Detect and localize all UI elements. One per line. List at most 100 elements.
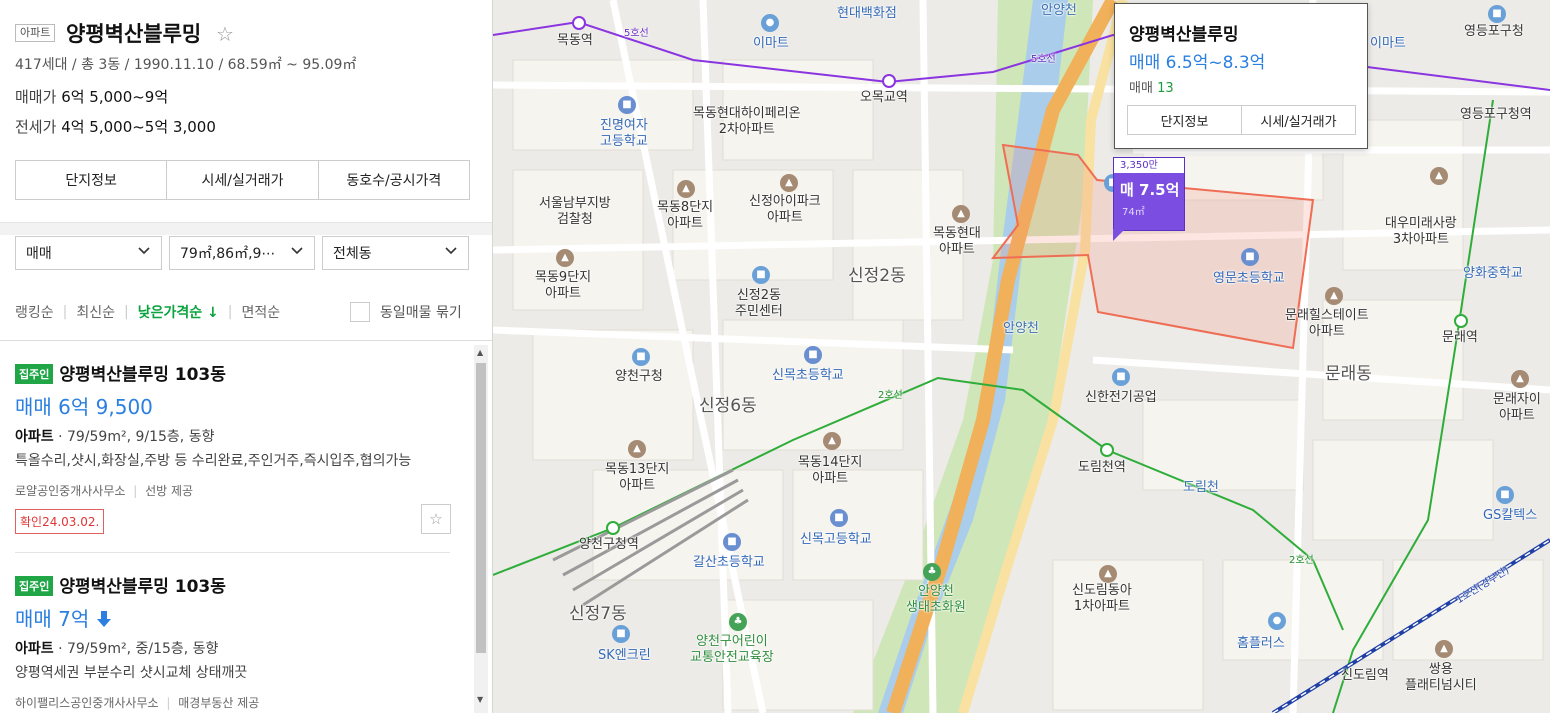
store-icon[interactable]: ● — [761, 14, 779, 32]
building-icon[interactable]: ▲ — [823, 432, 841, 450]
popup-title: 양평벽산블루밍 — [1129, 25, 1239, 45]
office-icon[interactable]: ■ — [632, 348, 650, 366]
station-marker[interactable] — [606, 521, 620, 535]
sort-low-price[interactable]: 낮은가격순 ↓ — [138, 302, 219, 322]
sort-latest[interactable]: 최신순 — [76, 302, 115, 322]
dong-select[interactable]: 전체동 — [322, 236, 469, 270]
building-icon[interactable]: ▲ — [677, 180, 695, 198]
price-marker[interactable]: 3,350만 매 7.5억 74㎡ — [1113, 157, 1185, 231]
listing-title: 양평벽산블루밍 103동 — [59, 577, 226, 597]
sort-area[interactable]: 면적순 — [241, 302, 280, 322]
building-icon[interactable]: ▲ — [1511, 370, 1529, 388]
gas-station-icon[interactable]: ■ — [1496, 486, 1514, 504]
arrow-down-icon — [96, 607, 112, 631]
list-scrollbar[interactable]: ▲ ▼ — [474, 345, 488, 713]
tab-market-price[interactable]: 시세/실거래가 — [167, 161, 319, 199]
building-icon[interactable]: ▲ — [1325, 287, 1343, 305]
map-label: 양천구청역 — [579, 537, 639, 552]
lease-price-value: 4억 5,000~5억 3,000 — [61, 118, 216, 136]
building-icon[interactable]: ▲ — [952, 205, 970, 223]
complex-tabs: 단지정보 시세/실거래가 동호수/공시가격 — [15, 160, 470, 200]
trade-type-select[interactable]: 매매 — [15, 236, 162, 270]
map-view[interactable]: ● ■ ▲ ▲ ▲ ▲ ■ ■ ■ ▲ ▲ ■ ■ ♣ ♣ ■ ■ ▲ ▲ ▲ … — [493, 0, 1550, 713]
sale-price-label: 매매가 — [15, 88, 57, 106]
gas-station-icon[interactable]: ■ — [612, 625, 630, 643]
popup-complex-info-button[interactable]: 단지정보 — [1128, 106, 1242, 134]
area-select[interactable]: 79㎡,86㎡,9⋯ — [169, 236, 315, 270]
divider: | — [166, 696, 171, 710]
scroll-down-icon[interactable]: ▼ — [477, 695, 483, 704]
confirm-date-badge: 확인24.03.02. — [15, 509, 105, 534]
school-icon[interactable]: ■ — [830, 509, 848, 527]
popup-market-price-button[interactable]: 시세/실거래가 — [1242, 106, 1355, 134]
map-label: 홈플러스 — [1237, 636, 1285, 651]
building-icon[interactable]: ▲ — [1099, 565, 1117, 583]
scroll-thumb[interactable] — [476, 363, 486, 653]
listing-agent-row: 로얄공인중개사사무소 | 선방 제공 — [15, 482, 455, 499]
listing-divider — [15, 552, 450, 553]
listing-price: 매매 6억 9,500 — [15, 395, 153, 419]
map-label: 양천구어린이 교통안전교육장 — [690, 634, 774, 665]
map-label: 신정6동 — [699, 396, 757, 416]
listing-type: 아파트 — [15, 641, 54, 657]
park-icon[interactable]: ♣ — [729, 613, 747, 631]
area-value: 79㎡,86㎡,9⋯ — [180, 246, 276, 262]
listing-info: 아파트 · 79/59m², 9/15층, 동향 — [15, 426, 455, 446]
scroll-up-icon[interactable]: ▲ — [477, 348, 483, 357]
listing-item[interactable]: 집주인 양평벽산블루밍 103동 매매 6억 9,500 아파트 · 79/59m… — [15, 360, 455, 534]
building-icon[interactable]: ▲ — [1430, 167, 1448, 185]
map-label: 쌍용 플래티넘시티 — [1405, 662, 1477, 693]
school-icon[interactable]: ■ — [1241, 248, 1259, 266]
map-label: 도림천 — [1183, 480, 1219, 495]
tab-complex-info[interactable]: 단지정보 — [16, 161, 168, 199]
office-icon[interactable]: ■ — [1488, 5, 1506, 23]
map-label: 신도림동아 1차아파트 — [1072, 583, 1132, 614]
school-icon[interactable]: ■ — [804, 346, 822, 364]
listing-title-row: 집주인 양평벽산블루밍 103동 — [15, 360, 455, 385]
group-checkbox-label: 동일매물 묶기 — [380, 305, 462, 321]
sale-price-value: 6억 5,000~9억 — [61, 88, 169, 106]
station-marker[interactable] — [1100, 443, 1114, 457]
map-label: 양화중학교 — [1463, 266, 1523, 281]
listing-item[interactable]: 집주인 양평벽산블루밍 103동 매매 7억 아파트 · 79/59m², 중/1… — [15, 572, 455, 711]
map-label: 신목고등학교 — [800, 532, 872, 547]
agent-name: 하이팰리스공인중개사사무소 — [15, 696, 159, 710]
building-icon[interactable]: ▲ — [1435, 640, 1453, 658]
dong-value: 전체동 — [333, 246, 372, 262]
listing-title-row: 집주인 양평벽산블루밍 103동 — [15, 572, 455, 597]
station-marker[interactable] — [882, 74, 896, 88]
office-icon[interactable]: ■ — [752, 266, 770, 284]
complex-popup: 양평벽산블루밍 매매 6.5억~8.3억 매매 13 단지정보 시세/실거래가 — [1114, 3, 1368, 149]
map-label: 안양천 — [1003, 321, 1039, 336]
park-icon[interactable]: ♣ — [923, 563, 941, 581]
map-label: 목동13단지 아파트 — [605, 462, 670, 493]
group-checkbox[interactable] — [350, 302, 370, 322]
school-icon[interactable]: ■ — [618, 96, 636, 114]
tab-unit-price[interactable]: 동호수/공시가격 — [319, 161, 469, 199]
map-label: GS칼텍스 — [1483, 508, 1538, 523]
map-label: 목동8단지 아파트 — [657, 200, 714, 231]
sort-ranking[interactable]: 랭킹순 — [15, 302, 54, 322]
favorite-star-icon[interactable]: ☆ — [421, 504, 451, 534]
lease-price-row: 전세가 4억 5,000~5억 3,000 — [15, 116, 216, 137]
building-icon[interactable]: ▲ — [556, 249, 574, 267]
school-icon[interactable]: ■ — [723, 533, 741, 551]
store-icon[interactable]: ● — [1268, 612, 1286, 630]
map-label: 서울남부지방 검찰청 — [539, 196, 611, 227]
divider: | — [62, 304, 68, 320]
marker-unit-price: 3,350만 — [1114, 158, 1184, 173]
office-icon[interactable]: ■ — [1112, 368, 1130, 386]
map-label: 목동역 — [557, 33, 593, 48]
map-label: 대우미래사랑 3차아파트 — [1385, 216, 1457, 247]
station-marker[interactable] — [1454, 314, 1468, 328]
detail-panel: 아파트 양평벽산블루밍 ☆ 417세대 / 총 3동 / 1990.11.10 … — [0, 0, 493, 713]
divider: | — [124, 304, 129, 320]
building-icon[interactable]: ▲ — [780, 174, 798, 192]
station-marker[interactable] — [572, 16, 586, 30]
chevron-down-icon — [290, 244, 304, 262]
map-label: 신정아이파크 아파트 — [749, 194, 821, 225]
popup-count-row: 매매 13 — [1129, 77, 1174, 96]
building-icon[interactable]: ▲ — [628, 440, 646, 458]
listing-price: 매매 7억 — [15, 607, 90, 631]
star-icon[interactable]: ☆ — [216, 22, 234, 46]
